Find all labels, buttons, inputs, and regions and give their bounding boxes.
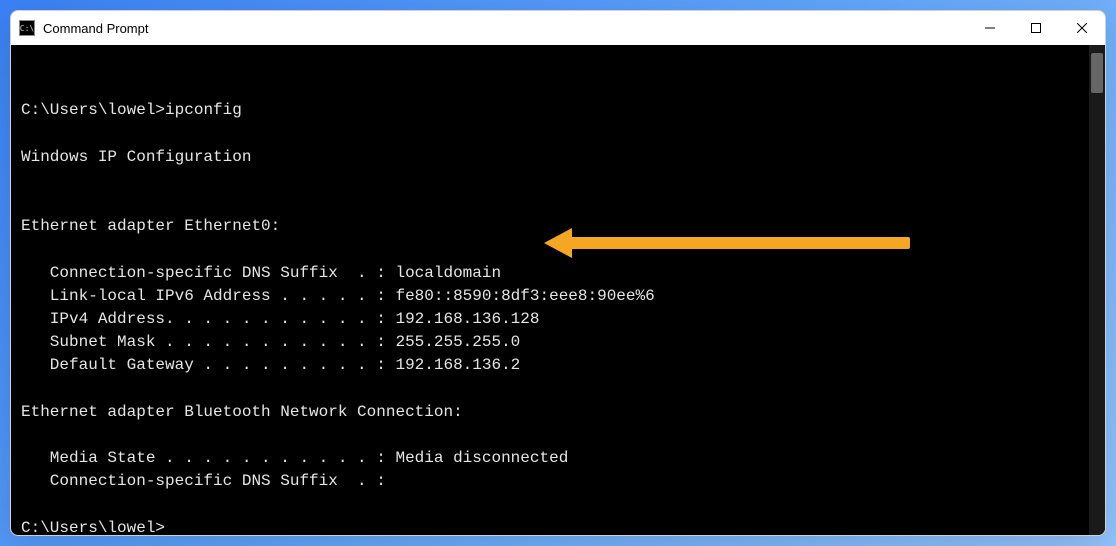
subnet-mask-line: Subnet Mask . . . . . . . . . . . : 255.… <box>21 333 520 351</box>
adapter-header-bluetooth: Ethernet adapter Bluetooth Network Conne… <box>21 403 463 421</box>
scrollbar-thumb[interactable] <box>1091 53 1103 93</box>
ipv6-address-line: Link-local IPv6 Address . . . . . : fe80… <box>21 287 655 305</box>
ipconfig-header: Windows IP Configuration <box>21 148 251 166</box>
media-state-line: Media State . . . . . . . . . . . : Medi… <box>21 449 568 467</box>
minimize-button[interactable] <box>967 11 1013 45</box>
maximize-button[interactable] <box>1013 11 1059 45</box>
adapter-header-ethernet0: Ethernet adapter Ethernet0: <box>21 217 280 235</box>
ipv4-address-line: IPv4 Address. . . . . . . . . . . : 192.… <box>21 310 539 328</box>
prompt-line-1: C:\Users\lowel>ipconfig <box>21 101 242 119</box>
close-button[interactable] <box>1059 11 1105 45</box>
command-text: ipconfig <box>165 101 242 119</box>
window-controls <box>967 11 1105 45</box>
dns-suffix-line-2: Connection-specific DNS Suffix . : <box>21 472 386 490</box>
window-title: Command Prompt <box>43 21 967 36</box>
prompt-path: C:\Users\lowel> <box>21 519 165 535</box>
scrollbar-track[interactable] <box>1089 45 1105 535</box>
prompt-line-2: C:\Users\lowel> <box>21 519 174 535</box>
title-bar[interactable]: C:\ Command Prompt <box>11 11 1105 45</box>
cmd-icon: C:\ <box>19 20 35 36</box>
terminal-text: C:\Users\lowel>ipconfig Windows IP Confi… <box>21 99 1095 535</box>
terminal-output[interactable]: C:\Users\lowel>ipconfig Windows IP Confi… <box>11 45 1105 535</box>
command-prompt-window: C:\ Command Prompt C:\Users\lowel>ipconf… <box>10 10 1106 536</box>
default-gateway-line: Default Gateway . . . . . . . . . : 192.… <box>21 356 520 374</box>
dns-suffix-line: Connection-specific DNS Suffix . : local… <box>21 264 501 282</box>
prompt-path: C:\Users\lowel> <box>21 101 165 119</box>
